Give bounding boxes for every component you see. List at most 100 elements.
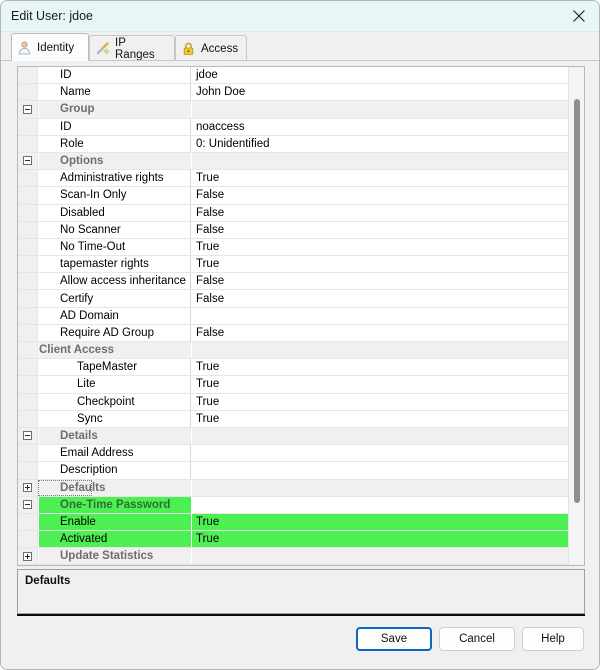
property-name: Name: [39, 84, 191, 101]
property-grid-gutter: [18, 67, 38, 84]
property-value[interactable]: True: [192, 393, 569, 410]
property-name: Sync: [39, 410, 191, 427]
property-grid-category-row[interactable]: Defaults: [18, 479, 569, 497]
table-row[interactable]: Name John Doe: [18, 84, 569, 102]
table-row[interactable]: AD Domain: [18, 307, 569, 325]
property-value[interactable]: False: [192, 290, 569, 307]
collapse-icon[interactable]: [23, 500, 32, 510]
property-name: Administrative rights: [39, 170, 191, 187]
collapse-icon[interactable]: [23, 156, 32, 166]
collapse-icon[interactable]: [23, 431, 32, 441]
table-row[interactable]: Sync True: [18, 410, 569, 428]
property-value[interactable]: John Doe: [192, 84, 569, 101]
table-row[interactable]: Administrative rights True: [18, 170, 569, 188]
property-grid-gutter: [18, 445, 38, 462]
property-grid-gutter: [18, 273, 38, 290]
property-name: ID: [39, 118, 191, 135]
table-row[interactable]: Certify False: [18, 290, 569, 308]
property-name: Description: [39, 462, 191, 479]
table-row[interactable]: Role 0: Unidentified: [18, 135, 569, 153]
property-value[interactable]: 0: Unidentified: [192, 135, 569, 152]
table-row[interactable]: Allow access inheritance False: [18, 273, 569, 291]
property-grid-gutter: [18, 342, 38, 359]
property-value[interactable]: True: [192, 531, 569, 548]
property-name: Certify: [39, 290, 191, 307]
property-name: TapeMaster: [39, 359, 191, 376]
property-grid-gutter: [18, 531, 38, 548]
property-value[interactable]: False: [192, 324, 569, 341]
table-row[interactable]: tapemaster rights True: [18, 256, 569, 274]
property-value[interactable]: True: [192, 359, 569, 376]
property-value[interactable]: True: [192, 170, 569, 187]
grid-scroll-thumb[interactable]: [574, 99, 580, 503]
property-value[interactable]: noaccess: [192, 118, 569, 135]
table-row[interactable]: ID jdoe: [18, 67, 569, 85]
table-row[interactable]: Lite True: [18, 376, 569, 394]
property-value[interactable]: True: [192, 256, 569, 273]
property-grid[interactable]: ID jdoe Name John Doe Group ID noaccess Role 0: …: [17, 66, 585, 566]
property-value[interactable]: True: [192, 410, 569, 427]
table-row[interactable]: Require AD Group False: [18, 324, 569, 342]
tab-access[interactable]: Access: [175, 35, 247, 61]
user-icon: [17, 40, 32, 55]
property-grid-gutter: [18, 307, 38, 324]
property-grid-gutter: [18, 204, 38, 221]
property-value[interactable]: False: [192, 273, 569, 290]
property-value[interactable]: [192, 307, 569, 324]
property-name: Checkpoint: [39, 393, 191, 410]
grid-vertical-scrollbar[interactable]: [568, 67, 584, 565]
tab-identity[interactable]: Identity: [11, 33, 89, 61]
property-grid-category-row[interactable]: One-Time Password: [18, 496, 569, 514]
tab-ip-ranges[interactable]: IP Ranges: [89, 35, 175, 61]
property-grid-category-row[interactable]: Update Statistics: [18, 548, 569, 565]
property-grid-gutter: [18, 513, 38, 531]
cancel-button[interactable]: Cancel: [439, 627, 515, 651]
collapse-icon[interactable]: [23, 104, 32, 114]
property-value[interactable]: False: [192, 187, 569, 204]
table-row[interactable]: No Scanner False: [18, 221, 569, 239]
category-value-cell: [192, 342, 569, 359]
property-grid-category-row[interactable]: Client Access: [18, 342, 569, 360]
table-row[interactable]: Disabled False: [18, 204, 569, 222]
table-row[interactable]: ID noaccess: [18, 118, 569, 136]
save-button[interactable]: Save: [356, 627, 432, 651]
table-row[interactable]: Scan-In Only False: [18, 187, 569, 205]
expand-icon[interactable]: [23, 483, 32, 492]
property-value[interactable]: True: [192, 513, 569, 531]
property-name: AD Domain: [39, 307, 191, 324]
expand-icon[interactable]: [23, 551, 32, 561]
property-value[interactable]: True: [192, 238, 569, 256]
property-name: Allow access inheritance: [39, 273, 191, 290]
table-row[interactable]: No Time-Out True: [18, 238, 569, 257]
table-row[interactable]: Activated True: [18, 531, 569, 549]
wand-icon: [95, 41, 110, 56]
category-label: Update Statistics: [39, 548, 191, 565]
table-row[interactable]: TapeMaster True: [18, 359, 569, 377]
property-grid-category-row[interactable]: Options: [18, 152, 569, 171]
table-row[interactable]: Email Address: [18, 445, 569, 463]
property-grid-category-row[interactable]: Group: [18, 101, 569, 119]
save-button-label: Save: [380, 633, 408, 645]
property-grid-gutter: [18, 187, 38, 204]
property-value[interactable]: False: [192, 204, 569, 221]
property-grid-gutter: [18, 118, 38, 135]
category-value-cell: [192, 479, 569, 496]
property-value[interactable]: [192, 445, 569, 462]
table-row[interactable]: Enable True: [18, 513, 569, 532]
property-name: Require AD Group: [39, 324, 191, 341]
close-icon[interactable]: [556, 1, 599, 31]
property-grid-category-row[interactable]: Details: [18, 427, 569, 446]
category-value-cell: [192, 101, 569, 118]
help-button[interactable]: Help: [522, 627, 584, 651]
table-row[interactable]: Checkpoint True: [18, 393, 569, 411]
table-row[interactable]: Description: [18, 462, 569, 480]
help-button-label: Help: [541, 633, 565, 645]
tab-identity-label: Identity: [37, 41, 75, 54]
property-grid-rows: ID jdoe Name John Doe Group ID noaccess Role 0: …: [18, 67, 569, 565]
category-value-cell: [192, 496, 569, 513]
property-value[interactable]: jdoe: [192, 67, 569, 84]
property-value[interactable]: True: [192, 376, 569, 393]
tab-strip: Identity IP Ranges Access: [1, 32, 599, 61]
property-value[interactable]: [192, 462, 569, 479]
property-value[interactable]: False: [192, 221, 569, 238]
